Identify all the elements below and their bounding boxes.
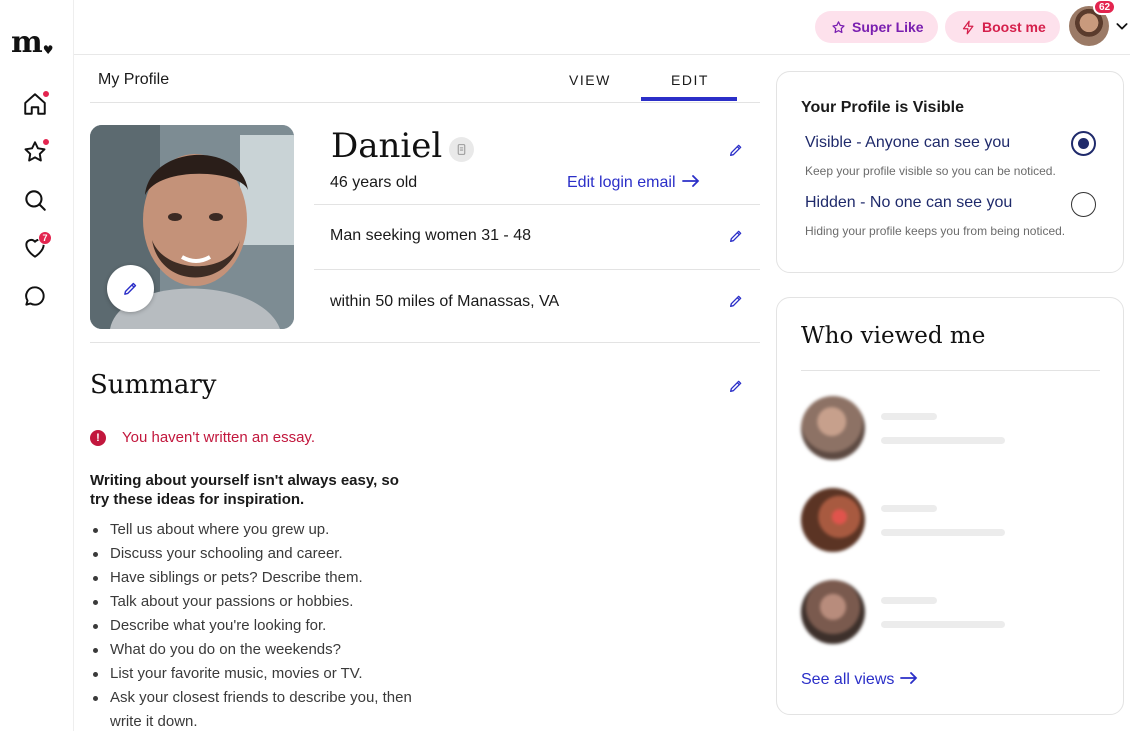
divider xyxy=(90,342,760,343)
see-all-views-link[interactable]: See all views xyxy=(801,671,918,689)
list-item: Discuss your schooling and career. xyxy=(90,542,430,566)
list-item: What do you do on the weekends? xyxy=(90,638,430,662)
hidden-option-hint: Hiding your profile keeps you from being… xyxy=(805,224,1066,238)
alert-icon: ! xyxy=(90,429,106,446)
notification-dot xyxy=(42,138,50,146)
pencil-icon xyxy=(730,230,742,242)
visible-option-label[interactable]: Visible - Anyone can see you xyxy=(805,134,1010,152)
inspiration-heading: Writing about yourself isn't always easy… xyxy=(90,472,399,508)
nav-messages[interactable] xyxy=(20,281,50,311)
edit-location-button[interactable] xyxy=(725,290,747,312)
lightning-icon xyxy=(962,20,974,34)
viewer-avatar[interactable] xyxy=(801,396,865,460)
matches-count-badge: 7 xyxy=(38,231,52,245)
profile-name: Daniel xyxy=(331,126,443,166)
viewer-name-placeholder xyxy=(881,597,937,604)
essay-warning-text: You haven't written an essay. xyxy=(122,429,315,446)
viewer-avatar[interactable] xyxy=(801,580,865,644)
viewer-avatar[interactable] xyxy=(801,488,865,552)
super-like-button[interactable]: Super Like xyxy=(815,11,938,43)
edit-seeking-button[interactable] xyxy=(725,225,747,247)
viewer-detail-placeholder xyxy=(881,621,1005,628)
nav-likes[interactable] xyxy=(20,137,50,167)
who-viewed-title: Who viewed me xyxy=(801,323,986,349)
notification-dot xyxy=(42,90,50,98)
boost-label: Boost me xyxy=(982,19,1046,35)
edit-name-button[interactable] xyxy=(725,139,747,161)
list-item: Ask your closest friends to describe you… xyxy=(90,686,430,734)
idea-list: Tell us about where you grew up. Discuss… xyxy=(90,518,430,734)
boost-button[interactable]: Boost me xyxy=(945,11,1060,43)
who-viewed-card: Who viewed me See all views xyxy=(776,297,1124,715)
visibility-card: Your Profile is Visible Visible - Anyone… xyxy=(776,71,1124,273)
divider xyxy=(314,269,760,270)
notification-count-badge: 62 xyxy=(1093,0,1117,15)
list-item: List your favorite music, movies or TV. xyxy=(90,662,430,686)
nav-search[interactable] xyxy=(20,185,50,215)
chevron-down-icon[interactable] xyxy=(1114,18,1130,34)
edit-login-email-link[interactable]: Edit login email xyxy=(567,174,700,192)
tab-view[interactable]: VIEW xyxy=(569,72,611,88)
arrow-right-icon xyxy=(900,671,918,689)
see-all-views-label: See all views xyxy=(801,671,895,688)
divider xyxy=(801,370,1100,371)
summary-title: Summary xyxy=(90,370,217,400)
tab-edit[interactable]: EDIT xyxy=(671,72,709,88)
seeking-preference: Man seeking women 31 - 48 xyxy=(330,227,531,244)
edit-photo-button[interactable] xyxy=(107,265,154,312)
location-preference: within 50 miles of Manassas, VA xyxy=(330,293,560,310)
visible-option-hint: Keep your profile visible so you can be … xyxy=(805,164,1056,178)
nav-home[interactable] xyxy=(20,89,50,119)
super-like-label: Super Like xyxy=(852,19,924,35)
edit-summary-button[interactable] xyxy=(725,375,747,397)
viewer-name-placeholder xyxy=(881,505,937,512)
active-tab-indicator xyxy=(641,97,737,101)
arrow-right-icon xyxy=(681,174,700,192)
hidden-radio[interactable] xyxy=(1071,192,1096,217)
divider xyxy=(314,204,760,205)
list-item: Talk about your passions or hobbies. xyxy=(90,590,430,614)
viewer-detail-placeholder xyxy=(881,437,1005,444)
chat-icon xyxy=(25,286,45,306)
pencil-icon xyxy=(730,380,742,392)
top-bar: Super Like Boost me 62 xyxy=(74,0,1130,55)
star-outline-icon xyxy=(832,20,845,33)
visibility-title: Your Profile is Visible xyxy=(801,99,965,116)
page-title: My Profile xyxy=(98,71,170,88)
account-menu[interactable]: 62 xyxy=(1069,0,1117,46)
left-sidebar: m♥ 7 xyxy=(0,0,74,731)
brand-logo[interactable]: m♥ xyxy=(11,28,53,58)
visible-radio[interactable] xyxy=(1071,131,1096,156)
search-icon xyxy=(25,190,46,211)
divider xyxy=(90,102,760,103)
verify-badge[interactable] xyxy=(449,137,474,162)
list-item: Describe what you're looking for. xyxy=(90,614,430,638)
profile-age: 46 years old xyxy=(330,174,418,191)
pencil-icon xyxy=(730,144,742,156)
list-item: Have siblings or pets? Describe them. xyxy=(90,566,430,590)
edit-login-email-label: Edit login email xyxy=(567,174,676,191)
pencil-icon xyxy=(124,282,137,295)
id-card-icon xyxy=(457,144,466,155)
viewer-name-placeholder xyxy=(881,413,937,420)
essay-warning: ! You haven't written an essay. xyxy=(90,429,315,446)
nav-matches[interactable]: 7 xyxy=(20,231,52,263)
pencil-icon xyxy=(730,295,742,307)
list-item: Tell us about where you grew up. xyxy=(90,518,430,542)
hidden-option-label[interactable]: Hidden - No one can see you xyxy=(805,194,1012,212)
viewer-detail-placeholder xyxy=(881,529,1005,536)
